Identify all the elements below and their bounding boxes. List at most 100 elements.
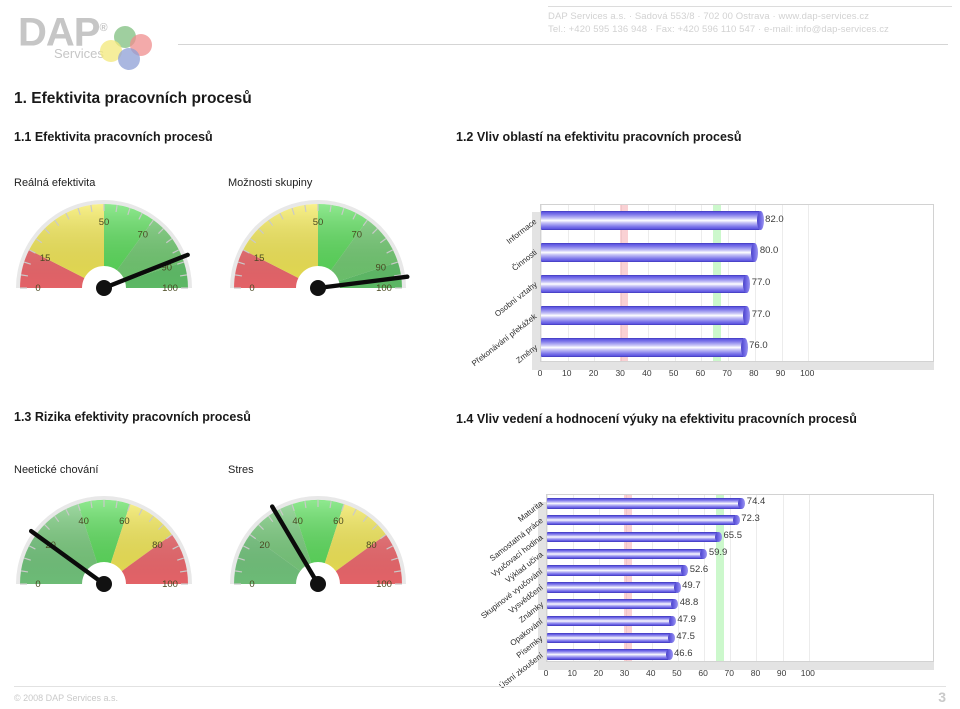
gauge-tick-label: 0 <box>249 579 254 590</box>
chart-x-tick-label: 90 <box>775 368 786 378</box>
chart-gridline <box>808 495 810 661</box>
gauge-tick-label: 60 <box>333 516 344 527</box>
chart-x-tick-label: 0 <box>543 668 549 678</box>
chart-bar <box>547 565 685 576</box>
chart-bar <box>547 582 678 593</box>
chart-x-tick-label: 70 <box>724 668 734 678</box>
chart-x-tick-label: 30 <box>615 368 625 378</box>
chart-plot-area <box>540 204 934 362</box>
chart-data-label: 46.6 <box>674 647 693 659</box>
gauge-tick-label: 15 <box>40 253 51 264</box>
gauge-svg: 015507090100 <box>16 200 192 296</box>
chart-bar-cap <box>714 531 722 543</box>
bar-chart-teaching-influence: 74.4 Maturita 72.3 Samostatná práce 65.5 Vyuč… <box>462 488 952 690</box>
chart-bar-cap <box>665 649 673 660</box>
header-divider-middle <box>178 44 948 45</box>
chart-data-label: 52.6 <box>689 563 709 575</box>
gauge-tick-label: 100 <box>162 283 178 294</box>
gauge-hub <box>96 576 112 592</box>
chart-bar <box>547 548 704 559</box>
chart-bar <box>547 649 669 660</box>
gauge-neeticke-chovani: 020406080100 <box>8 492 200 596</box>
gauge-realna-efektivita: 0 15 50 70 90 100 <box>8 196 200 300</box>
gauge-tick-label: 100 <box>376 579 392 590</box>
header-contact-line-1: DAP Services a.s. · Sadová 553/8 · 702 0… <box>548 11 870 22</box>
section-heading-1-4: 1.4 Vliv vedení a hodnocení výuky na efe… <box>456 412 857 426</box>
chart-bar-cap <box>738 498 746 509</box>
gauge-tick-label: 50 <box>99 217 110 228</box>
chart-plot-area <box>546 494 934 662</box>
chart-bar <box>547 598 675 610</box>
gauge-tick-label: 15 <box>254 253 265 264</box>
gauge-moznosti-skupiny: 0 15 50 70 90 100 <box>222 196 414 300</box>
chart-data-label: 59.9 <box>708 546 728 558</box>
chart-gridline <box>782 495 784 661</box>
chart-data-label: 82.0 <box>765 213 784 225</box>
gauge-tick-label: 70 <box>352 230 363 241</box>
chart-bar <box>541 337 745 357</box>
chart-bar <box>547 531 719 543</box>
gauge-hub <box>310 280 326 296</box>
gauge-tick-label: 40 <box>292 516 303 527</box>
chart-data-label: 49.7 <box>682 580 701 592</box>
chart-x-tick-label: 30 <box>619 668 630 678</box>
chart-x-tick-label: 20 <box>588 368 599 378</box>
gauge-tick-label: 80 <box>366 540 377 551</box>
chart-bar-cap <box>740 337 748 357</box>
chart-x-tick-label: 10 <box>567 668 577 678</box>
chart-x-tick-label: 0 <box>537 368 543 378</box>
chart-x-tick-label: 50 <box>668 368 679 378</box>
chart-gridline <box>781 205 783 361</box>
chart-data-label: 77.0 <box>751 308 771 320</box>
chart-x-tick-label: 40 <box>645 668 656 678</box>
section-heading-1-2: 1.2 Vliv oblastí na efektivitu pracovníc… <box>456 130 742 144</box>
chart-data-label: 48.8 <box>679 597 699 609</box>
chart-x-tick-label: 90 <box>776 668 787 678</box>
gauge-hub <box>310 576 326 592</box>
chart-data-label: 77.0 <box>751 277 771 288</box>
logo-dot-blue-icon <box>118 48 140 70</box>
gauge-tick-label: 20 <box>259 540 270 551</box>
chart-bar-cap <box>743 274 751 294</box>
chart-bar <box>541 242 755 262</box>
gauge-tick-label: 80 <box>152 540 163 551</box>
chart-x-tick-label: 100 <box>800 368 815 378</box>
gauge-tick-label: 70 <box>138 230 149 241</box>
chart-bar-cap <box>751 242 759 262</box>
chart-data-label: 72.3 <box>741 513 760 525</box>
chart-x-tick-label: 70 <box>722 368 732 378</box>
chart-bar <box>541 274 747 294</box>
chart-bar <box>547 514 737 526</box>
chart-data-label: 80.0 <box>759 245 779 257</box>
chart-x-tick-label: 100 <box>800 668 815 678</box>
chart-data-label: 74.4 <box>746 496 766 508</box>
gauge-tick-label: 100 <box>162 579 178 590</box>
chart-data-label: 47.9 <box>677 614 696 625</box>
chart-x-tick-label: 60 <box>698 668 708 678</box>
chart-bar-cap <box>681 565 689 576</box>
chart-bar <box>547 498 742 509</box>
chart-data-label: 65.5 <box>723 530 742 541</box>
gauge-tick-label: 40 <box>78 516 89 527</box>
gauge-tick-label: 60 <box>119 516 130 527</box>
header-contact-block: DAP Services a.s. · Sadová 553/8 · 702 0… <box>548 10 952 36</box>
chart-x-tick-label: 80 <box>749 368 759 378</box>
gauge-hub <box>96 280 112 296</box>
gauge-tick-label: 50 <box>313 217 324 228</box>
chart-x-tick-label: 80 <box>750 668 761 678</box>
chart-x-tick-label: 50 <box>672 668 682 678</box>
chart-x-tick-label: 40 <box>642 368 652 378</box>
page-title: 1. Efektivita pracovních procesů <box>14 90 252 107</box>
chart-bar-cap <box>667 632 675 643</box>
chart-x-tick-label: 60 <box>695 368 706 378</box>
header-divider-top <box>548 6 952 7</box>
chart-bar <box>547 632 672 643</box>
gauge-tick-label: 0 <box>35 579 40 590</box>
chart-bar-cap <box>743 306 751 326</box>
chart-bar-cap <box>673 582 681 593</box>
gauge-label-neeticke-chovani: Neetické chování <box>14 464 99 476</box>
dap-logo: DAP® Services <box>12 6 172 70</box>
footer-page-number: 3 <box>938 689 946 705</box>
chart-bar-cap <box>700 548 708 559</box>
chart-bar-cap <box>668 615 676 627</box>
